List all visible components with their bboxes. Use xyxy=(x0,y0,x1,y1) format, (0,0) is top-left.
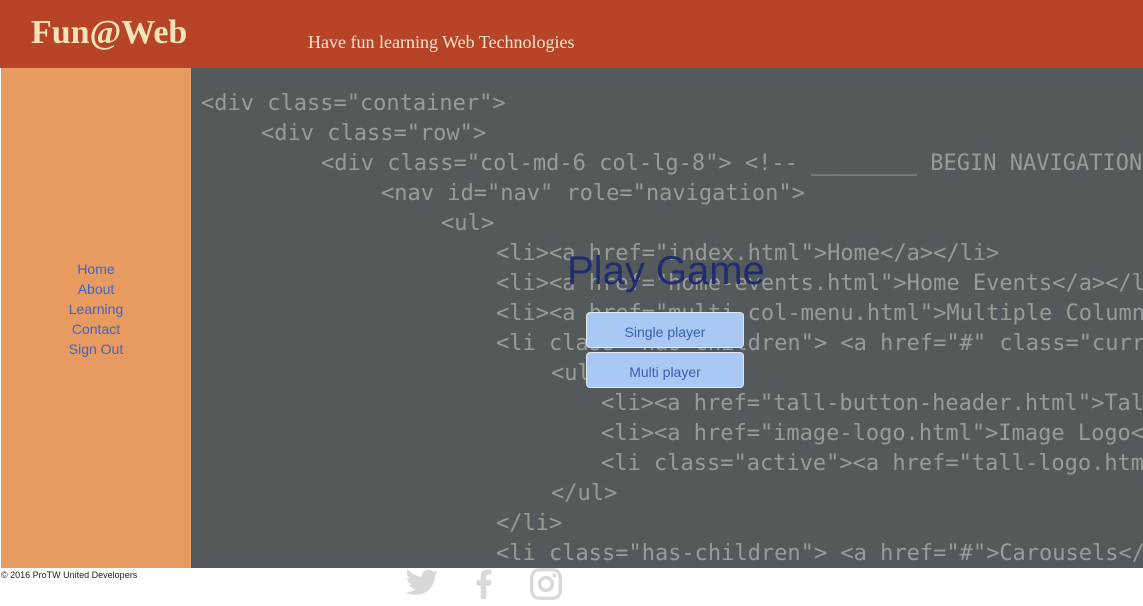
footer-copyright: © 2016 ProTW United Developers xyxy=(1,570,138,580)
code-line: <li><a href="tall-button-header.html">Ta… xyxy=(601,391,1143,416)
code-line: <li class="active"><a href="tall-logo.ht… xyxy=(601,451,1143,476)
single-player-button[interactable]: Single player xyxy=(586,312,744,348)
sidebar-item-home[interactable]: Home xyxy=(1,259,191,279)
sidebar: Home About Learning Contact Sign Out xyxy=(1,68,191,568)
code-line: </li> xyxy=(496,511,562,536)
code-line: <div class="row"> xyxy=(261,121,486,146)
twitter-icon[interactable] xyxy=(404,566,440,602)
multi-player-button[interactable]: Multi player xyxy=(586,352,744,388)
code-line: <div class="col-md-6 col-lg-8"> <!-- ___… xyxy=(321,151,1142,176)
site-logo[interactable]: Fun@Web xyxy=(31,16,187,50)
site-tagline: Have fun learning Web Technologies xyxy=(308,32,575,52)
sidebar-item-sign-out[interactable]: Sign Out xyxy=(1,339,191,359)
facebook-icon[interactable] xyxy=(466,566,502,602)
sidebar-item-about[interactable]: About xyxy=(1,279,191,299)
sidebar-item-contact[interactable]: Contact xyxy=(1,319,191,339)
sidebar-nav: Home About Learning Contact Sign Out xyxy=(1,259,191,359)
instagram-icon[interactable] xyxy=(528,566,564,602)
code-line: </ul> xyxy=(551,481,617,506)
code-line: <li><a href="image-logo.html">Image Logo… xyxy=(601,421,1143,446)
code-line: <nav id="nav" role="navigation"> xyxy=(381,181,805,206)
site-header: Fun@Web Have fun learning Web Technologi… xyxy=(0,0,1143,68)
code-line: <ul> xyxy=(441,211,494,236)
sidebar-item-learning[interactable]: Learning xyxy=(1,299,191,319)
code-line: <div class="container"> xyxy=(201,91,506,116)
page-title: Play Game xyxy=(567,249,765,293)
code-line: <li class="has-children"> <a href="#">Ca… xyxy=(496,541,1143,566)
